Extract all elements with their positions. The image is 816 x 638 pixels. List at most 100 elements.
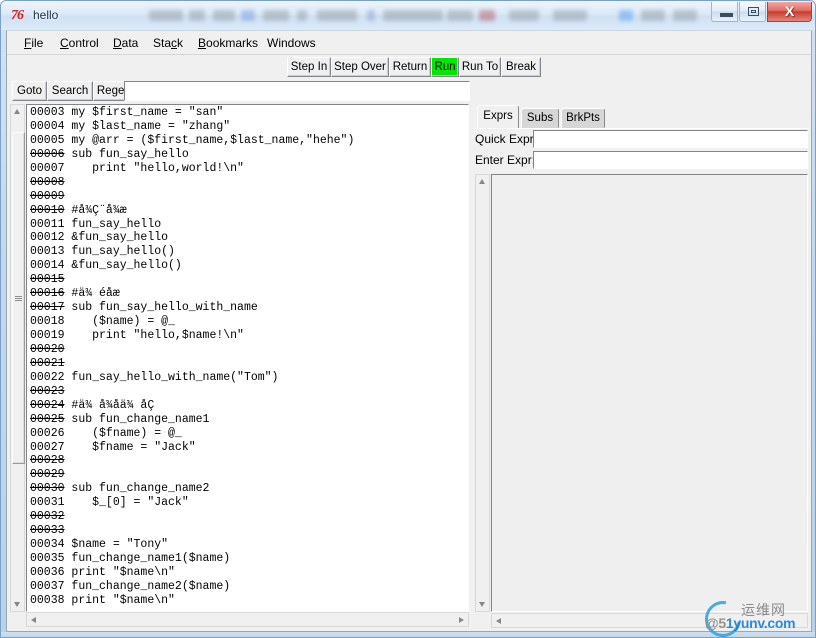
code-vertical-scrollbar[interactable]: [10, 104, 25, 612]
code-line[interactable]: 00037 fun_change_name2($name): [27, 580, 468, 594]
code-line[interactable]: 00016 #ä¾ éåæ: [27, 287, 468, 301]
code-line[interactable]: 00027 $fname = "Jack": [27, 441, 468, 455]
line-number[interactable]: 00025: [30, 413, 65, 426]
run-to-button[interactable]: Run To: [459, 57, 501, 77]
code-line[interactable]: 00035 fun_change_name1($name): [27, 552, 468, 566]
code-line[interactable]: 00017 sub fun_say_hello_with_name: [27, 301, 468, 315]
code-line[interactable]: 00003 my $first_name = "san": [27, 106, 468, 120]
code-line[interactable]: 00026 ($fname) = @_: [27, 427, 468, 441]
line-number[interactable]: 00021: [30, 357, 65, 370]
code-line[interactable]: 00007 print "hello,world!\n": [27, 162, 468, 176]
code-line[interactable]: 00029: [27, 468, 468, 482]
minimize-button[interactable]: [711, 2, 738, 22]
code-line[interactable]: 00031 $_[0] = "Jack": [27, 496, 468, 510]
line-number[interactable]: 00008: [30, 176, 65, 189]
code-line[interactable]: 00006 sub fun_say_hello: [27, 148, 468, 162]
code-line[interactable]: 00009: [27, 190, 468, 204]
line-number[interactable]: 00032: [30, 510, 65, 523]
line-number[interactable]: 00017: [30, 301, 65, 314]
code-line[interactable]: 00034 $name = "Tony": [27, 538, 468, 552]
line-number[interactable]: 00030: [30, 482, 65, 495]
line-number[interactable]: 00029: [30, 468, 65, 481]
expr-scroll-down-arrow[interactable]: [476, 598, 489, 611]
line-number[interactable]: 00035: [30, 552, 65, 565]
line-number[interactable]: 00005: [30, 134, 65, 147]
expression-horizontal-scrollbar[interactable]: [491, 613, 808, 628]
step-over-button[interactable]: Step Over: [331, 57, 389, 77]
line-number[interactable]: 00026: [30, 427, 65, 440]
expr-scroll-left-arrow[interactable]: [492, 614, 505, 627]
menu-stack[interactable]: Stack: [148, 34, 188, 52]
code-line[interactable]: 00023: [27, 385, 468, 399]
scroll-up-arrow[interactable]: [11, 105, 24, 118]
line-number[interactable]: 00012: [30, 231, 65, 244]
line-number[interactable]: 00037: [30, 580, 65, 593]
line-number[interactable]: 00018: [30, 315, 65, 328]
code-line[interactable]: 00010 #å¾Ç¨å¾æ: [27, 204, 468, 218]
line-number[interactable]: 00034: [30, 538, 65, 551]
code-line[interactable]: 00012 &fun_say_hello: [27, 231, 468, 245]
code-line[interactable]: 00022 fun_say_hello_with_name("Tom"): [27, 371, 468, 385]
maximize-button[interactable]: [739, 2, 766, 22]
line-number[interactable]: 00036: [30, 566, 65, 579]
code-line[interactable]: 00005 my @arr = ($first_name,$last_name,…: [27, 134, 468, 148]
code-line[interactable]: 00018 ($name) = @_: [27, 315, 468, 329]
source-code-view[interactable]: 00003 my $first_name = "san" 00004 my $la…: [26, 104, 469, 612]
menu-bookmarks[interactable]: Bookmarks: [193, 34, 263, 52]
line-number[interactable]: 00027: [30, 441, 65, 454]
code-line[interactable]: 00008: [27, 176, 468, 190]
menu-data[interactable]: Data: [108, 34, 143, 52]
expression-list[interactable]: [491, 174, 808, 612]
scroll-right-arrow[interactable]: [455, 613, 468, 626]
line-number[interactable]: 00010: [30, 204, 65, 217]
code-line[interactable]: 00021: [27, 357, 468, 371]
code-line[interactable]: 00013 fun_say_hello(): [27, 245, 468, 259]
line-number[interactable]: 00028: [30, 454, 65, 467]
line-number[interactable]: 00003: [30, 106, 65, 119]
search-input[interactable]: [124, 81, 470, 101]
code-line[interactable]: 00004 my $last_name = "zhang": [27, 120, 468, 134]
line-number[interactable]: 00015: [30, 273, 65, 286]
code-line[interactable]: 00030 sub fun_change_name2: [27, 482, 468, 496]
line-number[interactable]: 00033: [30, 524, 65, 537]
close-button[interactable]: X: [767, 2, 812, 22]
code-line[interactable]: 00033: [27, 524, 468, 538]
run-button[interactable]: Run: [431, 57, 459, 77]
line-number[interactable]: 00009: [30, 190, 65, 203]
code-line[interactable]: 00015: [27, 273, 468, 287]
line-number[interactable]: 00024: [30, 399, 65, 412]
menu-windows[interactable]: Windows: [262, 34, 321, 52]
line-number[interactable]: 00013: [30, 245, 65, 258]
code-line[interactable]: 00019 print "hello,$name!\n": [27, 329, 468, 343]
line-number[interactable]: 00006: [30, 148, 65, 161]
code-line[interactable]: 00038 print "$name\n": [27, 594, 468, 608]
tab-exprs[interactable]: Exprs: [477, 105, 519, 129]
tab-subs[interactable]: Subs: [521, 108, 559, 128]
line-number[interactable]: 00019: [30, 329, 65, 342]
code-horizontal-scrollbar[interactable]: [26, 612, 469, 627]
goto-button[interactable]: Goto: [12, 81, 47, 101]
break-button[interactable]: Break: [501, 57, 541, 77]
line-number[interactable]: 00031: [30, 496, 65, 509]
line-number[interactable]: 00023: [30, 385, 65, 398]
menu-control[interactable]: Control: [55, 34, 104, 52]
code-scroll-thumb[interactable]: [12, 132, 25, 464]
menu-file[interactable]: File: [19, 34, 48, 52]
scroll-down-arrow[interactable]: [11, 598, 24, 611]
step-in-button[interactable]: Step In: [287, 57, 331, 77]
line-number[interactable]: 00038: [30, 594, 65, 607]
code-line[interactable]: 00011 fun_say_hello: [27, 218, 468, 232]
line-number[interactable]: 00011: [30, 218, 65, 231]
quick-expr-input[interactable]: [533, 130, 808, 148]
return-button[interactable]: Return: [389, 57, 431, 77]
line-number[interactable]: 00020: [30, 343, 65, 356]
code-line[interactable]: 00028: [27, 454, 468, 468]
enter-expr-input[interactable]: [533, 151, 808, 169]
search-button[interactable]: Search: [47, 81, 93, 101]
expression-vertical-scrollbar[interactable]: [475, 174, 490, 612]
tab-brkpts[interactable]: BrkPts: [561, 108, 605, 128]
line-number[interactable]: 00014: [30, 259, 65, 272]
code-line[interactable]: 00025 sub fun_change_name1: [27, 413, 468, 427]
line-number[interactable]: 00022: [30, 371, 65, 384]
expr-scroll-up-arrow[interactable]: [476, 175, 489, 188]
